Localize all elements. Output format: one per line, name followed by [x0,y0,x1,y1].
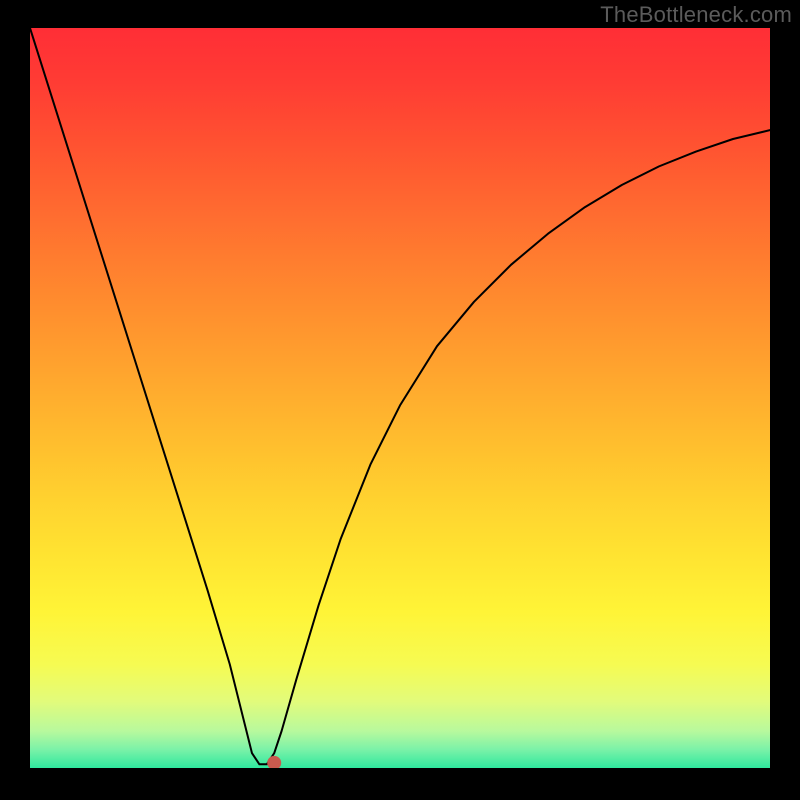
chart-svg [30,28,770,768]
chart-frame: TheBottleneck.com [0,0,800,800]
plot-area [30,28,770,768]
gradient-background [30,28,770,768]
watermark-text: TheBottleneck.com [600,2,792,28]
